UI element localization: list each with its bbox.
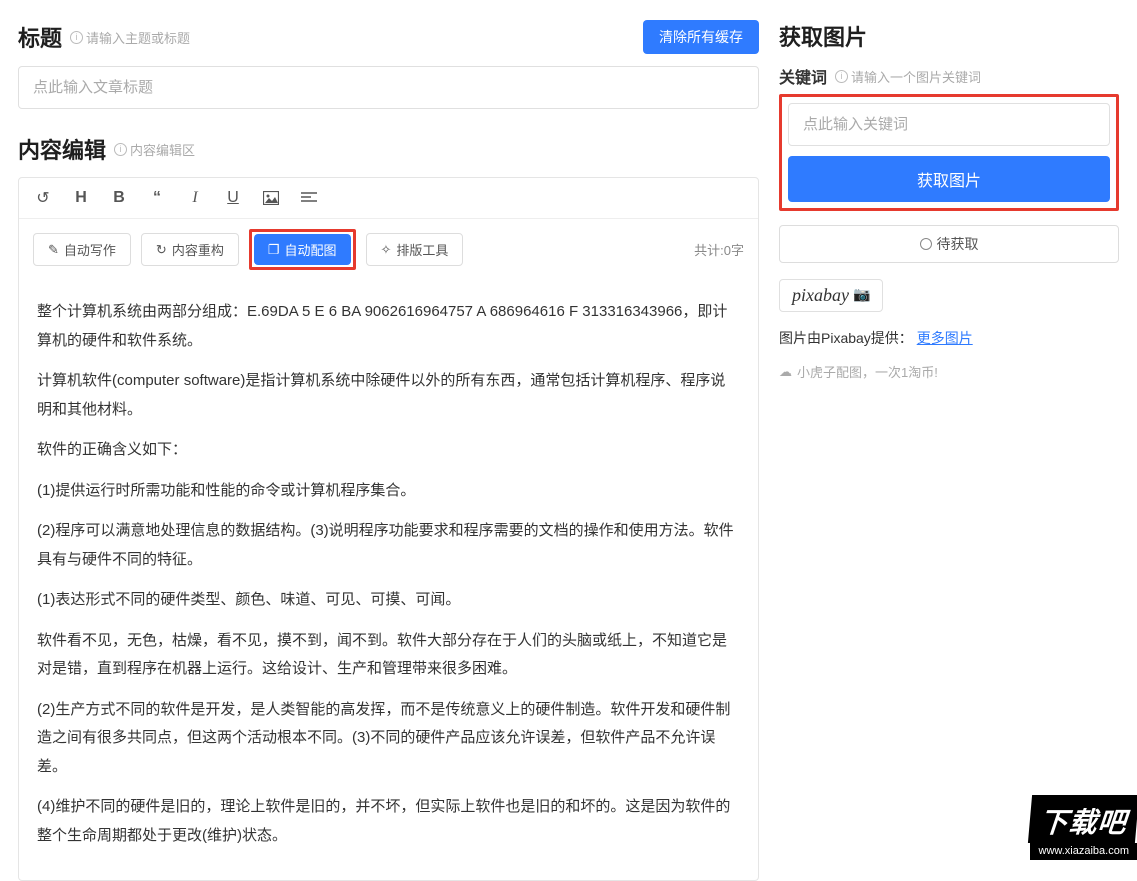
content-hint: i 内容编辑区 [114,140,195,159]
paragraph: (2)生产方式不同的软件是开发，是人类智能的高发挥，而不是传统意义上的硬件制造。… [37,696,740,782]
title-hint: i 请输入主题或标题 [70,28,190,47]
pixabay-logo: pixabay 📷 [779,279,883,312]
info-icon: i [70,31,83,44]
editor-container: ↺ H B “ I U ✎ 自动写作 ↻ [18,177,759,881]
keyword-input[interactable] [788,103,1110,146]
get-image-header: 获取图片 [779,20,1119,52]
content-rebuild-button[interactable]: ↻ 内容重构 [141,233,239,266]
paragraph: (1)提供运行时所需功能和性能的命令或计算机程序集合。 [37,477,740,506]
more-images-link[interactable]: 更多图片 [917,330,973,346]
paragraph: (4)维护不同的硬件是旧的，理论上软件是旧的，并不坏，但实际上软件也是旧的和坏的… [37,793,740,850]
layout-icon: ✧ [381,242,392,258]
cloud-icon: ☁ [779,364,792,380]
pending-button[interactable]: 待获取 [779,225,1119,263]
char-count: 共计:0字 [694,240,744,259]
auto-image-highlight: ❐ 自动配图 [249,229,356,270]
action-toolbar: ✎ 自动写作 ↻ 内容重构 ❐ 自动配图 ✧ 排版工具 [19,219,758,284]
heading-icon[interactable]: H [71,189,91,207]
keyword-label: 关键词 [779,64,827,88]
clear-cache-button[interactable]: 清除所有缓存 [643,20,759,54]
format-toolbar: ↺ H B “ I U [19,178,758,219]
images-icon: ❐ [268,242,280,258]
title-label: 标题 [18,21,62,53]
content-section-header: 内容编辑 i 内容编辑区 [18,133,759,165]
bold-icon[interactable]: B [109,189,129,207]
quote-icon[interactable]: “ [147,189,167,207]
camera-icon: 📷 [853,287,870,304]
info-icon: i [114,143,127,156]
italic-icon[interactable]: I [185,189,205,207]
watermark-url: www.xiazaiba.com [1030,843,1137,860]
keyword-header: 关键词 i 请输入一个图片关键词 [779,64,1119,88]
get-image-button[interactable]: 获取图片 [788,156,1110,202]
keyword-highlight-box: 获取图片 [779,94,1119,211]
auto-image-button[interactable]: ❐ 自动配图 [254,234,351,265]
article-title-input[interactable] [18,66,759,109]
keyword-hint: i 请输入一个图片关键词 [835,67,981,86]
underline-icon[interactable]: U [223,189,243,207]
title-section-header: 标题 i 请输入主题或标题 清除所有缓存 [18,20,759,54]
cost-note: ☁ 小虎子配图，一次1淘币! [779,362,1119,381]
paragraph: 软件看不见，无色，枯燥，看不见，摸不到，闻不到。软件大部分存在于人们的头脑或纸上… [37,627,740,684]
pencil-icon: ✎ [48,242,59,258]
paragraph: (2)程序可以满意地处理信息的数据结构。(3)说明程序功能要求和程序需要的文档的… [37,517,740,574]
editor-body[interactable]: 整个计算机系统由两部分组成：E.69DA 5 E 6 BA 9062616964… [19,284,758,880]
circle-icon [920,238,932,250]
layout-tool-button[interactable]: ✧ 排版工具 [366,233,464,266]
auto-write-button[interactable]: ✎ 自动写作 [33,233,131,266]
align-left-icon[interactable] [299,192,319,204]
image-icon[interactable] [261,191,281,205]
info-icon: i [835,70,848,83]
paragraph: 整个计算机系统由两部分组成：E.69DA 5 E 6 BA 9062616964… [37,298,740,355]
paragraph: 计算机软件(computer software)是指计算机系统中除硬件以外的所有… [37,367,740,424]
paragraph: 软件的正确含义如下： [37,436,740,465]
get-image-title: 获取图片 [779,20,867,52]
refresh-icon: ↻ [156,242,167,258]
watermark: 下载吧 www.xiazaiba.com [1030,795,1137,860]
pixabay-note: 图片由Pixabay提供： 更多图片 [779,328,1119,348]
content-label: 内容编辑 [18,133,106,165]
undo-icon[interactable]: ↺ [33,188,53,208]
paragraph: (1)表达形式不同的硬件类型、颜色、味道、可见、可摸、可闻。 [37,586,740,615]
watermark-text: 下载吧 [1028,795,1137,843]
